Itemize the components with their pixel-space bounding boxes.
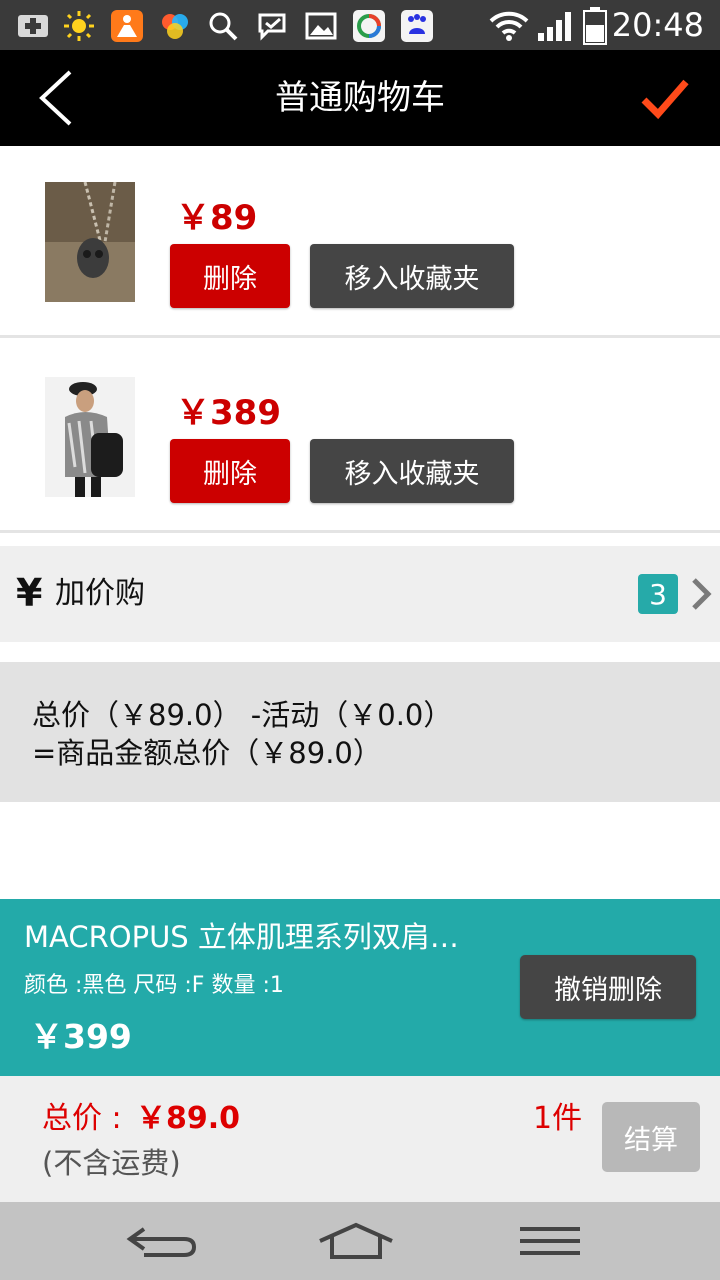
nav-back-button[interactable] bbox=[122, 1216, 202, 1266]
clock: 20:48 bbox=[611, 6, 704, 44]
item-price: ￥389 bbox=[176, 393, 281, 433]
delete-button[interactable]: 删除 bbox=[170, 439, 290, 503]
signal-icon bbox=[536, 9, 576, 43]
message-icon bbox=[256, 9, 290, 43]
navigation-bar bbox=[0, 1202, 720, 1280]
search-icon bbox=[206, 9, 240, 43]
back-arrow-icon bbox=[39, 70, 72, 126]
shipping-note: (不含运费) bbox=[42, 1146, 181, 1180]
yen-icon: ¥ bbox=[16, 571, 43, 615]
battery-icon bbox=[582, 7, 608, 45]
app-icon bbox=[110, 9, 144, 43]
add-price-buy-label: 加价购 bbox=[55, 576, 145, 611]
chevron-right-icon bbox=[686, 576, 716, 612]
status-bar: 20:48 bbox=[0, 0, 720, 50]
sun-icon bbox=[62, 9, 96, 43]
nav-menu-button[interactable] bbox=[510, 1216, 590, 1266]
summary-line-total: 总价（￥89.0） -活动（￥0.0） bbox=[32, 698, 453, 732]
home-icon bbox=[319, 1222, 393, 1259]
title-bar: 普通购物车 bbox=[0, 50, 720, 146]
total-value: ￥89.0 bbox=[136, 1101, 241, 1136]
back-icon bbox=[126, 1227, 197, 1257]
cart-item: ￥389 删除 移入收藏夹 bbox=[0, 341, 720, 533]
item-price: ￥89 bbox=[176, 198, 258, 238]
nav-home-button[interactable] bbox=[316, 1216, 396, 1266]
color-icon bbox=[158, 9, 192, 43]
browser-icon bbox=[352, 9, 386, 43]
item-count: 1件 bbox=[533, 1101, 583, 1136]
confirm-button[interactable] bbox=[640, 74, 690, 124]
removed-item-price: ￥399 bbox=[30, 1017, 132, 1056]
move-to-favorites-button[interactable]: 移入收藏夹 bbox=[310, 244, 514, 308]
total-label: 总价 : bbox=[42, 1101, 122, 1136]
undo-delete-button[interactable]: 撤销删除 bbox=[520, 955, 696, 1019]
checkmark-icon bbox=[641, 79, 689, 120]
removed-item-name: MACROPUS 立体肌理系列双肩… bbox=[24, 920, 459, 954]
image-icon bbox=[304, 9, 338, 43]
menu-icon bbox=[520, 1227, 580, 1255]
summary-line-goods-total: =商品金额总价（￥89.0） bbox=[32, 736, 382, 770]
back-button[interactable] bbox=[30, 68, 90, 128]
move-to-favorites-button[interactable]: 移入收藏夹 bbox=[310, 439, 514, 503]
total-bar: 总价 : ￥89.0 (不含运费) 1件 结算 bbox=[0, 1076, 720, 1202]
product-image-backpack[interactable] bbox=[45, 377, 135, 497]
price-summary: 总价（￥89.0） -活动（￥0.0） =商品金额总价（￥89.0） bbox=[0, 662, 720, 802]
baidu-icon bbox=[400, 9, 434, 43]
product-image-necklace[interactable] bbox=[45, 182, 135, 302]
add-price-buy-row[interactable]: ¥ 加价购 3 bbox=[0, 546, 720, 642]
plus-icon bbox=[16, 9, 50, 43]
delete-button[interactable]: 删除 bbox=[170, 244, 290, 308]
removed-item-panel: MACROPUS 立体肌理系列双肩… 颜色 :黑色 尺码 :F 数量 :1 ￥3… bbox=[0, 899, 720, 1076]
wifi-icon bbox=[488, 9, 530, 43]
add-price-buy-count-badge: 3 bbox=[638, 574, 678, 614]
removed-item-spec: 颜色 :黑色 尺码 :F 数量 :1 bbox=[24, 973, 284, 998]
cart-item: ￥89 删除 移入收藏夹 bbox=[0, 146, 720, 338]
checkout-button[interactable]: 结算 bbox=[602, 1102, 700, 1172]
page-title: 普通购物车 bbox=[275, 78, 445, 118]
